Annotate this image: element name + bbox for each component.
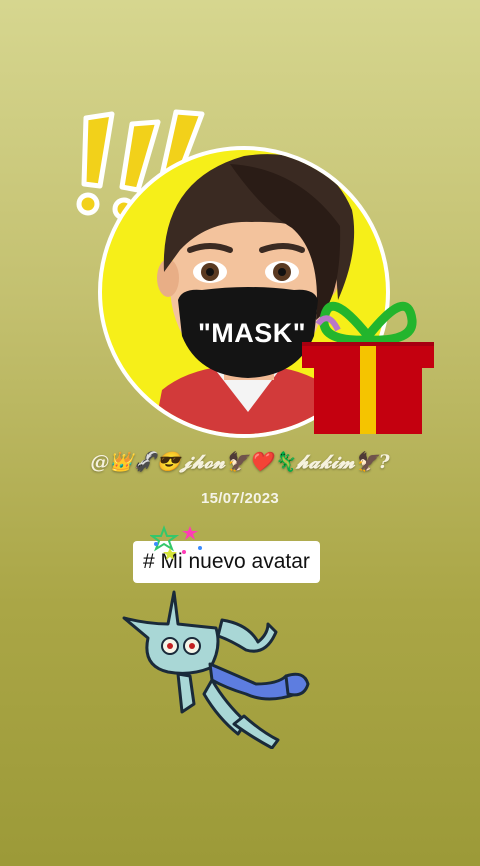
date-label: 15/07/2023 bbox=[200, 490, 280, 507]
username-label[interactable]: @👑🦨😎𝓳𝓱𝓸𝓷🦅❤️🦎𝓱𝓪𝓴𝓲𝓶🦅? bbox=[0, 450, 480, 473]
mask-label: "MASK" bbox=[198, 318, 307, 348]
story-screen: "MASK" @👑🦨😎𝓳𝓱𝓸𝓷🦅❤️🦎𝓱𝓪𝓴𝓲𝓶🦅? 15/07/2023 # … bbox=[0, 0, 480, 866]
gift-box-icon[interactable] bbox=[298, 290, 438, 440]
sparkle-stars-icon bbox=[150, 525, 202, 560]
squidward-sticker bbox=[122, 590, 310, 749]
